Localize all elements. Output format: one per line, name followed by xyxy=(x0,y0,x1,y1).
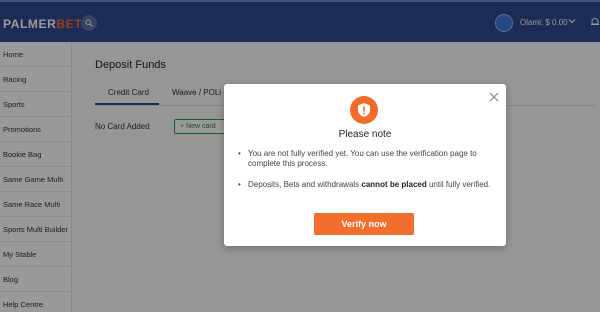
shield-alert-icon xyxy=(358,103,370,117)
verify-now-button[interactable]: Verify now xyxy=(314,213,414,235)
modal-title: Please note xyxy=(338,129,392,140)
bullet-marker: • xyxy=(238,180,241,189)
bullet-marker: • xyxy=(238,149,241,158)
restriction-text-end: until fully verified. xyxy=(426,180,491,189)
close-icon[interactable] xyxy=(488,91,500,103)
notice-text-verification: You are not fully verified yet. You can … xyxy=(248,149,477,168)
notice-text-restrictions: Deposits, Bets and withdrawals cannot be… xyxy=(248,180,496,190)
alert-badge xyxy=(350,96,378,124)
restriction-text-start: Deposits, Bets and withdrawals xyxy=(248,180,362,189)
verification-notice-modal: Please note • You are not fully verified… xyxy=(224,84,506,246)
restriction-text-emphasis: cannot be placed xyxy=(361,180,427,189)
